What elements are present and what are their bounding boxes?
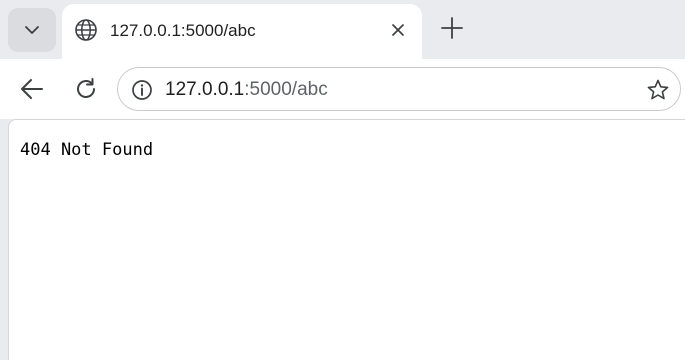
browser-window: 127.0.0.1:5000/abc 127.0.0.1:5000/abc 40…: [0, 0, 685, 360]
tab-search-button[interactable]: [8, 8, 56, 52]
chevron-down-icon: [22, 20, 42, 40]
tab-strip: 127.0.0.1:5000/abc: [0, 0, 685, 59]
reload-button[interactable]: [70, 73, 102, 105]
url-host: 127.0.0.1: [165, 79, 245, 100]
page-body-text: 404 Not Found: [20, 140, 154, 160]
tab-active[interactable]: 127.0.0.1:5000/abc: [62, 4, 422, 59]
plus-icon: [440, 16, 464, 40]
tab-title: 127.0.0.1:5000/abc: [110, 21, 256, 40]
url-path: :5000/abc: [244, 79, 328, 100]
arrow-left-icon: [18, 75, 46, 103]
address-bar[interactable]: 127.0.0.1:5000/abc: [117, 67, 681, 111]
close-icon[interactable]: [386, 18, 410, 42]
info-icon[interactable]: [130, 78, 154, 102]
reload-icon: [73, 76, 99, 102]
url-text[interactable]: 127.0.0.1:5000/abc: [165, 79, 328, 101]
globe-icon: [74, 18, 98, 42]
new-tab-button[interactable]: [436, 12, 468, 44]
toolbar: 127.0.0.1:5000/abc: [0, 59, 685, 119]
page-content: 404 Not Found: [8, 119, 685, 360]
back-button[interactable]: [16, 73, 48, 105]
star-icon[interactable]: [646, 78, 670, 102]
